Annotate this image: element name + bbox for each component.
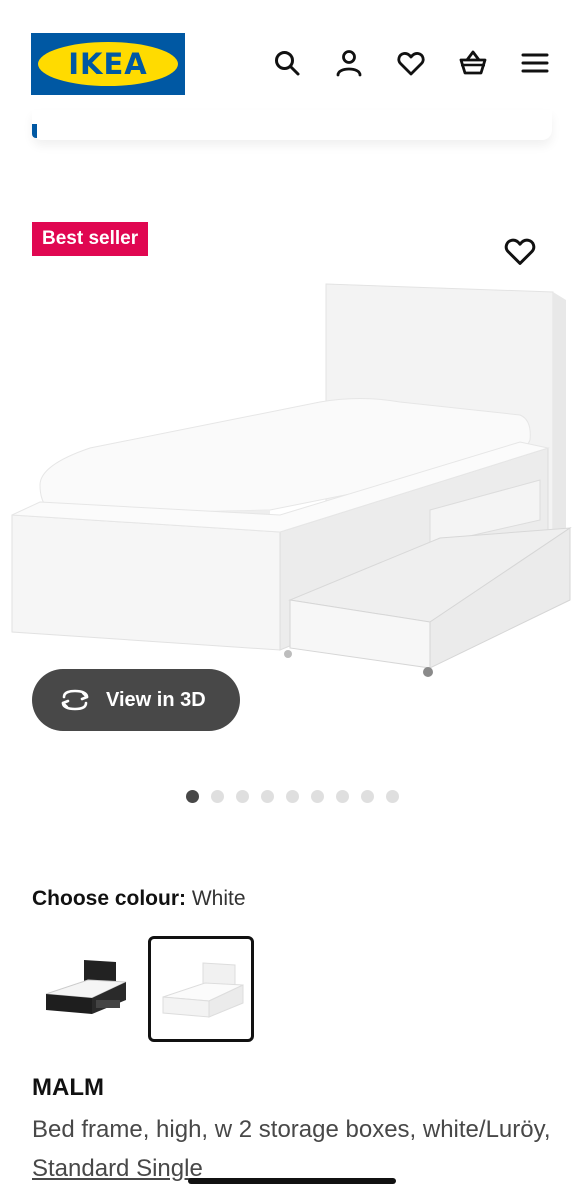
basket-icon[interactable] xyxy=(456,46,490,80)
view-in-3d-label: View in 3D xyxy=(106,688,206,711)
carousel-dot[interactable] xyxy=(311,790,324,803)
logo-wordmark: IKEA xyxy=(68,47,148,81)
colour-swatch-white[interactable] xyxy=(148,936,254,1042)
image-carousel-dots xyxy=(186,790,399,803)
ikea-logo[interactable]: IKEA xyxy=(31,33,185,95)
account-icon[interactable] xyxy=(332,46,366,80)
carousel-dot[interactable] xyxy=(361,790,374,803)
carousel-dot[interactable] xyxy=(211,790,224,803)
product-name: MALM xyxy=(32,1074,104,1101)
carousel-dot[interactable] xyxy=(336,790,349,803)
colour-label-value: White xyxy=(191,887,246,910)
colour-swatch-black-brown[interactable] xyxy=(32,936,138,1042)
carousel-dot[interactable] xyxy=(261,790,274,803)
colour-label-key: Choose colour: xyxy=(32,887,187,910)
view-in-3d-button[interactable]: View in 3D xyxy=(32,669,240,731)
heart-icon[interactable] xyxy=(394,46,428,80)
size-link[interactable]: Standard Single xyxy=(32,1155,203,1182)
carousel-dot[interactable] xyxy=(286,790,299,803)
carousel-dot[interactable] xyxy=(186,790,199,803)
home-indicator xyxy=(188,1178,396,1184)
product-description: Bed frame, high, w 2 storage boxes, whit… xyxy=(32,1110,552,1188)
favourite-heart-icon[interactable] xyxy=(503,234,537,268)
sticky-info-strip xyxy=(32,110,552,140)
menu-icon[interactable] xyxy=(518,46,552,80)
choose-colour-label: Choose colour: White xyxy=(32,887,246,911)
best-seller-badge: Best seller xyxy=(32,222,149,256)
search-icon[interactable] xyxy=(270,46,304,80)
carousel-dot[interactable] xyxy=(386,790,399,803)
product-description-text: Bed frame, high, w 2 storage boxes, whit… xyxy=(32,1116,551,1143)
strip-accent xyxy=(32,124,37,138)
rotate-3d-icon xyxy=(61,689,89,711)
carousel-dot[interactable] xyxy=(236,790,249,803)
top-header: IKEA xyxy=(0,0,584,100)
product-image[interactable] xyxy=(0,270,584,690)
